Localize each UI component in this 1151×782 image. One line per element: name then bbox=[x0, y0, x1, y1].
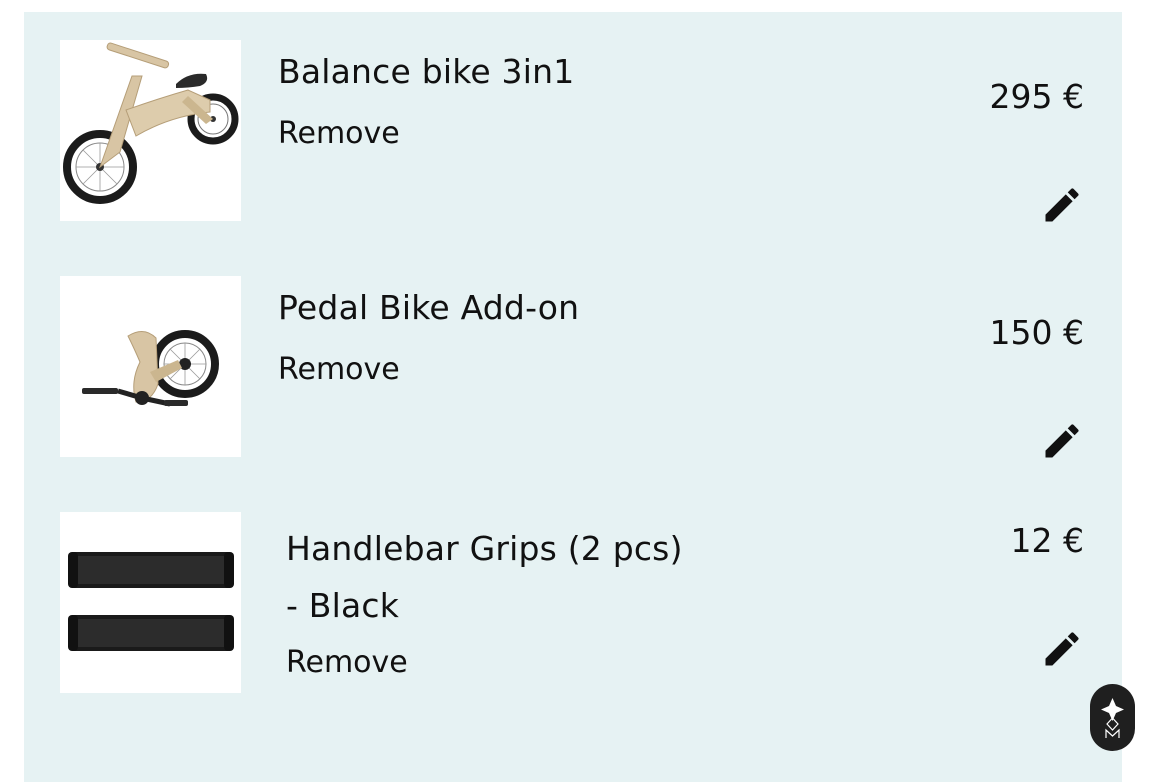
product-price: 150 € bbox=[989, 313, 1084, 352]
pedal-addon-icon bbox=[82, 330, 219, 407]
handlebar-grips-icon bbox=[68, 552, 234, 651]
edit-button[interactable] bbox=[1040, 627, 1084, 671]
product-name[interactable]: Pedal Bike Add-on bbox=[278, 284, 678, 332]
pencil-icon bbox=[1045, 424, 1079, 458]
logo-mark-icon bbox=[1101, 698, 1124, 738]
remove-button[interactable]: Remove bbox=[278, 350, 400, 390]
product-price: 295 € bbox=[989, 77, 1084, 116]
edit-button[interactable] bbox=[1040, 419, 1084, 463]
product-image-pedal-addon[interactable] bbox=[60, 276, 241, 457]
cart-item: Balance bike 3in1 Remove 295 € bbox=[24, 40, 1122, 222]
cart-item: Pedal Bike Add-on Remove 150 € bbox=[24, 276, 1122, 458]
pencil-icon bbox=[1045, 188, 1079, 222]
product-image-handlebar-grips[interactable] bbox=[60, 512, 241, 693]
balance-bike-icon bbox=[63, 42, 239, 204]
edit-button[interactable] bbox=[1040, 183, 1084, 227]
remove-button[interactable]: Remove bbox=[278, 114, 400, 154]
product-price: 12 € bbox=[1010, 521, 1084, 560]
cart-item: Handlebar Grips (2 pcs) - Black Remove 1… bbox=[24, 512, 1122, 694]
pencil-icon bbox=[1045, 632, 1079, 666]
floating-action-button[interactable] bbox=[1090, 684, 1135, 751]
remove-button[interactable]: Remove bbox=[286, 643, 408, 683]
cart-panel: Balance bike 3in1 Remove 295 € Pedal Bik… bbox=[24, 12, 1122, 782]
product-image-balance-bike[interactable] bbox=[60, 40, 241, 221]
product-name[interactable]: Handlebar Grips (2 pcs) - Black bbox=[286, 520, 686, 634]
product-name[interactable]: Balance bike 3in1 bbox=[278, 48, 678, 96]
